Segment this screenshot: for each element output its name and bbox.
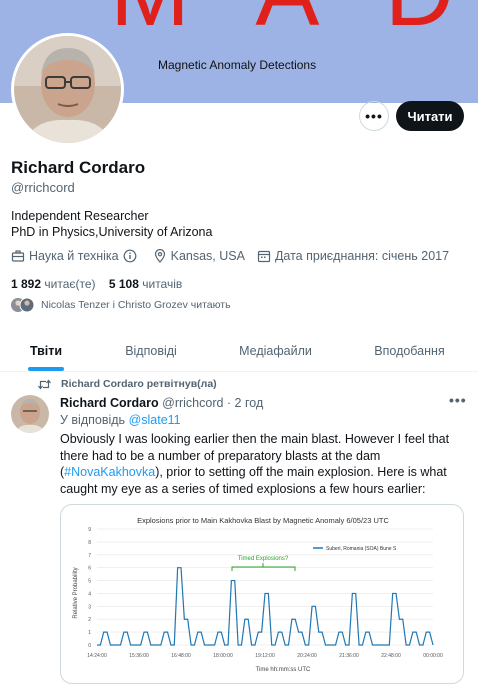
post-more-button[interactable]: ••• xyxy=(449,392,467,408)
x-tick-label: 14:24:00 xyxy=(87,653,107,659)
chart-x-axis-label: Time hh:mm:ss UTC xyxy=(256,667,311,673)
following-count: 1 892 xyxy=(11,277,42,291)
joined-label: Дата приєднання: січень 2017 xyxy=(274,249,450,263)
profile-tabs: Твіти Відповіді Медіафайли Вподобання xyxy=(0,330,478,372)
post-author-avatar[interactable] xyxy=(11,395,49,433)
y-tick-label: 5 xyxy=(88,579,91,585)
more-options-button[interactable]: ••• xyxy=(359,101,389,131)
chart-annotation: Timed Explosions? xyxy=(231,556,296,571)
chart-legend: Suberi, Romania (SOA) Bune S xyxy=(313,546,397,552)
x-tick-label: 16:48:00 xyxy=(171,653,191,659)
y-tick-label: 2 xyxy=(88,617,91,623)
y-tick-label: 7 xyxy=(88,553,91,559)
y-tick-label: 9 xyxy=(88,527,91,533)
bio-line-1: Independent Researcher xyxy=(11,209,149,223)
y-tick-label: 1 xyxy=(88,630,91,636)
profile-name: Richard Cordaro xyxy=(11,158,146,177)
following-label: читає(те) xyxy=(44,277,96,291)
chart-title: Explosions prior to Main Kakhovka Blast … xyxy=(137,516,389,525)
y-tick-label: 6 xyxy=(88,566,91,572)
x-tick-label: 22:48:00 xyxy=(381,653,401,659)
tab-media[interactable]: Медіафайли xyxy=(210,330,341,371)
y-tick-label: 4 xyxy=(88,591,91,597)
follower-avatars xyxy=(11,297,35,313)
retweet-icon xyxy=(38,379,51,389)
explosions-chart: Explosions prior to Main Kakhovka Blast … xyxy=(73,516,443,673)
followers-count: 5 108 xyxy=(108,277,139,291)
x-tick-label: 18:00:00 xyxy=(213,653,233,659)
profile-bio: Independent Researcher PhD in Physics,Un… xyxy=(11,208,212,240)
y-tick-label: 8 xyxy=(88,540,91,546)
tab-tweets[interactable]: Твіти xyxy=(0,330,92,371)
followers-label: читачів xyxy=(142,277,183,291)
post-avatar-photo xyxy=(11,395,49,433)
category-label: Наука й техніка xyxy=(29,249,119,263)
post-author-handle[interactable]: @rrichcord xyxy=(162,396,223,410)
retweet-indicator[interactable]: Richard Cordaro ретвітнув(ла) xyxy=(38,378,217,390)
banner-subtitle: Magnetic Anomaly Detections xyxy=(158,58,317,72)
x-tick-label: 20:24:00 xyxy=(297,653,317,659)
info-icon[interactable] xyxy=(123,249,137,263)
followers-link[interactable]: 5 108 читачів xyxy=(109,277,182,291)
legend-label: Suberi, Romania (SOA) Bune S xyxy=(326,546,397,552)
briefcase-icon xyxy=(11,250,25,262)
followed-by[interactable]: Nicolas Tenzer і Christo Grozev читають xyxy=(11,297,231,313)
calendar-icon xyxy=(257,250,271,263)
reply-context: У відповідь @slate11 xyxy=(60,413,181,427)
chart-x-ticks: 14:24:00 15:36:00 16:48:00 18:00:00 19:12:00… xyxy=(87,653,443,659)
category-item: Наука й техніка xyxy=(11,249,141,263)
tab-replies[interactable]: Відповіді xyxy=(92,330,210,371)
y-tick-label: 3 xyxy=(88,604,91,610)
bio-line-2: PhD in Physics,University of Arizona xyxy=(11,225,213,239)
avatar-photo xyxy=(14,36,121,143)
banner-title: M A D xyxy=(110,0,476,48)
reply-to-link[interactable]: @slate11 xyxy=(129,413,181,427)
chart-y-ticks: 0 1 2 3 4 5 6 7 8 9 xyxy=(88,527,91,649)
followed-by-text: Nicolas Tenzer і Christo Grozev читають xyxy=(41,299,231,311)
location-label: Kansas, USA xyxy=(170,249,245,263)
following-link[interactable]: 1 892 читає(те) xyxy=(11,277,96,291)
post-text: Obviously I was looking earlier then the… xyxy=(60,431,470,497)
x-tick-label: 00:00:00 xyxy=(423,653,443,659)
post-author-name[interactable]: Richard Cordaro xyxy=(60,396,159,410)
post-header: Richard Cordaro @rrichcord · 2 год xyxy=(60,396,263,410)
profile-meta: Наука й техніка Kansas, USA Дата приєдна… xyxy=(11,249,461,263)
hashtag-link[interactable]: #NovaKakhovka xyxy=(64,465,155,479)
annotation-label: Timed Explosions? xyxy=(238,556,289,562)
x-tick-label: 19:12:00 xyxy=(255,653,275,659)
joined-item: Дата приєднання: січень 2017 xyxy=(257,249,449,263)
profile-handle: @rrichcord xyxy=(11,180,75,195)
y-tick-label: 0 xyxy=(88,643,91,649)
x-tick-label: 21:36:00 xyxy=(339,653,359,659)
profile-stats: 1 892 читає(те) 5 108 читачів xyxy=(11,277,182,291)
x-tick-label: 15:36:00 xyxy=(129,653,149,659)
location-item: Kansas, USA xyxy=(153,249,245,263)
profile-avatar[interactable] xyxy=(11,33,124,146)
chart-y-axis-label: Relative Probability xyxy=(73,567,79,618)
post-image-card[interactable]: Explosions prior to Main Kakhovka Blast … xyxy=(60,504,464,684)
reply-prefix: У відповідь xyxy=(60,413,126,427)
post-time[interactable]: · 2 год xyxy=(227,396,263,410)
tab-likes[interactable]: Вподобання xyxy=(341,330,478,371)
retweet-label: Richard Cordaro ретвітнув(ла) xyxy=(61,378,217,390)
follow-button[interactable]: Читати xyxy=(396,101,464,131)
location-pin-icon xyxy=(154,249,165,263)
